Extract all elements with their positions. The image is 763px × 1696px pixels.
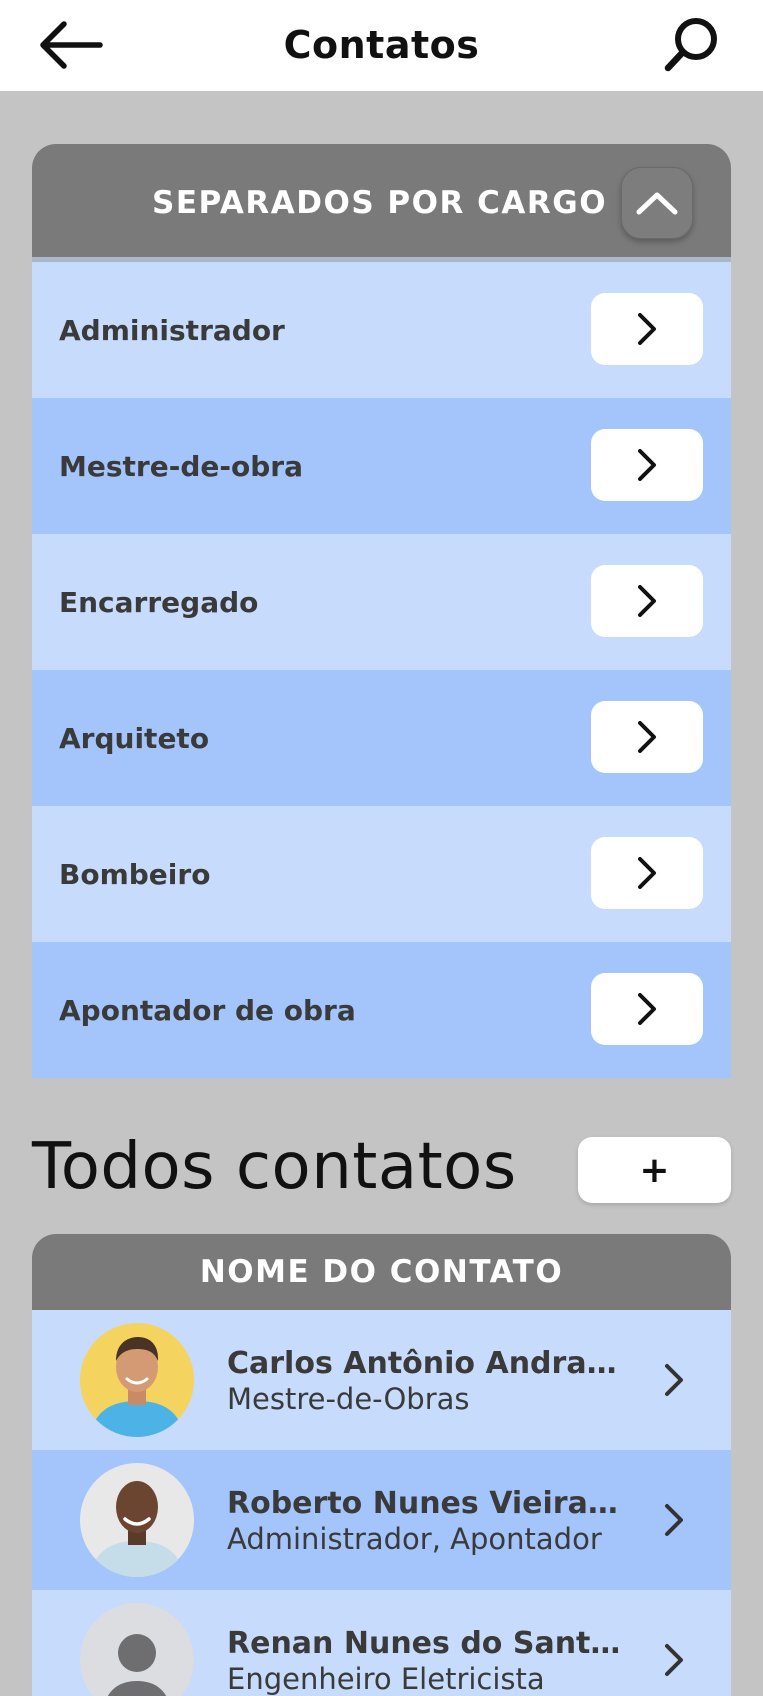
category-label: Encarregado xyxy=(59,585,259,619)
category-label: Arquiteto xyxy=(59,721,210,755)
open-category-button[interactable] xyxy=(591,973,703,1045)
chevron-right-icon xyxy=(638,449,656,481)
contact-row[interactable]: Renan Nunes do Santos Engenheiro Eletric… xyxy=(32,1590,731,1696)
chevron-up-icon xyxy=(636,192,678,215)
contact-role: Administrador, Apontador xyxy=(227,1522,602,1556)
contact-name: Roberto Nunes Vieira d... xyxy=(227,1486,627,1521)
category-label: Apontador de obra xyxy=(59,993,356,1027)
avatar xyxy=(80,1463,194,1577)
add-contact-button[interactable]: + xyxy=(578,1137,731,1203)
avatar xyxy=(80,1603,194,1696)
chevron-right-icon xyxy=(638,993,656,1025)
open-category-button[interactable] xyxy=(591,701,703,773)
collapse-button[interactable] xyxy=(621,167,693,239)
category-row-apontador-de-obra[interactable]: Apontador de obra xyxy=(32,942,731,1078)
open-category-button[interactable] xyxy=(591,837,703,909)
role-categories-card: SEPARADOS POR CARGO Administrador Mestre… xyxy=(32,144,731,1078)
open-contact-button[interactable] xyxy=(652,1635,696,1685)
avatar xyxy=(80,1323,194,1437)
open-category-button[interactable] xyxy=(591,565,703,637)
open-contact-button[interactable] xyxy=(652,1355,696,1405)
page-title: Contatos xyxy=(283,23,480,67)
user-placeholder-icon xyxy=(80,1603,194,1696)
category-row-arquiteto[interactable]: Arquiteto xyxy=(32,670,731,806)
category-label: Bombeiro xyxy=(59,857,211,891)
chevron-right-icon xyxy=(638,721,656,753)
search-button[interactable] xyxy=(660,14,722,76)
chevron-right-icon xyxy=(638,313,656,345)
contacts-column-header: NOME DO CONTATO xyxy=(32,1234,731,1310)
category-row-encarregado[interactable]: Encarregado xyxy=(32,534,731,670)
open-contact-button[interactable] xyxy=(652,1495,696,1545)
contacts-list-card: NOME DO CONTATO Carlos Antônio Andrade M… xyxy=(32,1234,731,1696)
category-label: Mestre-de-obra xyxy=(59,449,303,483)
chevron-right-icon xyxy=(665,1504,683,1536)
chevron-right-icon xyxy=(665,1644,683,1676)
chevron-right-icon xyxy=(665,1364,683,1396)
role-categories-header: SEPARADOS POR CARGO xyxy=(32,144,731,262)
contact-role: Mestre-de-Obras xyxy=(227,1382,470,1416)
contact-row[interactable]: Carlos Antônio Andrade Mestre-de-Obras xyxy=(32,1310,731,1450)
category-row-administrador[interactable]: Administrador xyxy=(32,262,731,398)
top-app-bar: Contatos xyxy=(0,0,763,91)
contact-name: Carlos Antônio Andrade xyxy=(227,1346,627,1381)
search-icon xyxy=(664,18,717,72)
contact-row[interactable]: Roberto Nunes Vieira d... Administrador,… xyxy=(32,1450,731,1590)
category-label: Administrador xyxy=(59,313,285,347)
category-row-mestre-de-obra[interactable]: Mestre-de-obra xyxy=(32,398,731,534)
chevron-right-icon xyxy=(638,585,656,617)
open-category-button[interactable] xyxy=(591,429,703,501)
chevron-right-icon xyxy=(638,857,656,889)
contact-name: Renan Nunes do Santos xyxy=(227,1626,627,1661)
contact-role: Engenheiro Eletricista xyxy=(227,1662,545,1696)
open-category-button[interactable] xyxy=(591,293,703,365)
all-contacts-title: Todos contatos xyxy=(32,1130,517,1204)
category-row-bombeiro[interactable]: Bombeiro xyxy=(32,806,731,942)
